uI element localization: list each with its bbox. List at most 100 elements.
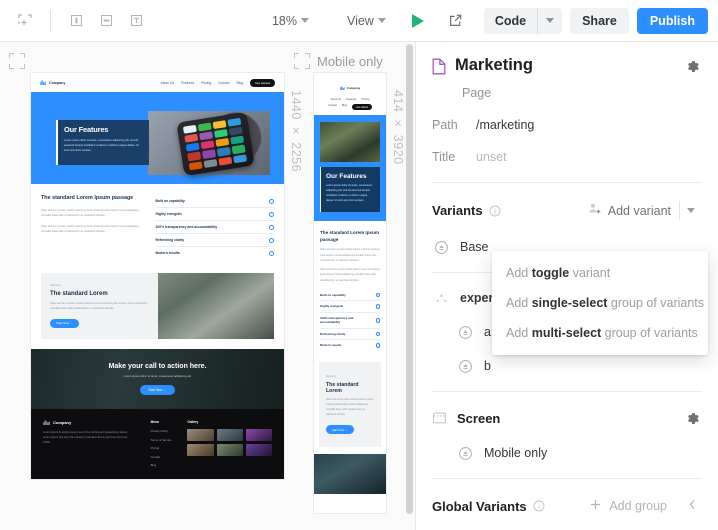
- screen-window-icon: [432, 411, 447, 425]
- section2-paragraph-2: Vitae sed sem a justo mauris potenti a p…: [41, 224, 144, 235]
- menu-item-prefix: Add: [506, 326, 532, 340]
- artboard-desktop[interactable]: Company About Us Features Pricing Contac…: [31, 73, 284, 479]
- add-variant-menu-button[interactable]: [680, 199, 702, 222]
- mobile-logo: Company: [340, 86, 361, 90]
- canvas-vertical-scrollbar[interactable]: [406, 42, 413, 530]
- footer-menu-column: Menu Privacy Policy Terms of Service Pri…: [151, 420, 172, 472]
- feature-label: Refreshing clarity: [320, 332, 345, 337]
- feature-item: Highly energetic: [156, 208, 274, 221]
- insert-text-icon-button[interactable]: [121, 8, 151, 34]
- nav-link: Pricing: [201, 81, 211, 85]
- code-menu-button[interactable]: [538, 8, 562, 34]
- footer-logo: Company: [43, 420, 135, 425]
- screen-variant-row-mobile-only[interactable]: Mobile only: [432, 444, 702, 462]
- footer-about-column: Company Lorem Ipsum is simply dummy text…: [43, 420, 135, 472]
- page-title[interactable]: Marketing: [455, 56, 533, 75]
- page-type-label: Page: [462, 86, 702, 100]
- publish-button[interactable]: Publish: [637, 8, 708, 34]
- nav-link: Pricing: [361, 98, 369, 101]
- toolbar-left-group: [10, 8, 151, 34]
- design-canvas[interactable]: 1440 × 2256 Mobile only 414 × 3920 Compa…: [0, 42, 416, 530]
- welcome-photo: [158, 273, 275, 339]
- check-circle-icon: [269, 212, 274, 217]
- chevron-left-icon[interactable]: [683, 497, 702, 515]
- insert-row-icon-button[interactable]: [91, 8, 121, 34]
- screen-section-divider: [432, 391, 702, 392]
- add-variant-dropdown-menu[interactable]: Add toggle variant Add single-select gro…: [492, 251, 708, 355]
- section3-cta-button: Start Now →: [326, 425, 354, 434]
- screen-settings-gear-icon[interactable]: [682, 408, 702, 428]
- check-circle-icon: [269, 238, 274, 243]
- add-variant-button[interactable]: Add variant: [583, 199, 679, 222]
- preview-play-button[interactable]: [404, 8, 432, 34]
- section3-eyebrow: Welcome: [50, 284, 149, 287]
- info-icon[interactable]: [489, 205, 501, 217]
- site-section-features: The standard Lorem Ipsum passage Vitae s…: [31, 184, 284, 267]
- title-field-row: Title unset: [432, 150, 702, 164]
- chevron-down-icon: [546, 18, 554, 23]
- nav-link: Blog: [342, 104, 347, 110]
- site-hero: Our Features Lorem ipsum dolor sit amet,…: [31, 92, 284, 184]
- site-brand-name: Company: [49, 81, 65, 85]
- path-field-label: Path: [432, 118, 466, 132]
- open-external-button[interactable]: [442, 8, 470, 34]
- hero-title: Our Features: [64, 125, 143, 134]
- artboard-mobile-name[interactable]: Mobile only: [317, 54, 383, 69]
- variant-label: Base: [460, 240, 489, 254]
- menu-item-add-toggle-variant[interactable]: Add toggle variant: [492, 258, 708, 288]
- share-button[interactable]: Share: [570, 8, 629, 34]
- nav-link: Features: [181, 81, 194, 85]
- zoom-level-dropdown[interactable]: 18%: [266, 10, 315, 32]
- feature-label: Highly energetic: [320, 304, 343, 309]
- variant-group-icon: [432, 289, 450, 307]
- feature-item: Highly energetic: [320, 301, 380, 313]
- info-icon[interactable]: [533, 500, 545, 512]
- logo-mark-icon: [40, 80, 46, 85]
- gallery-thumb: [246, 429, 272, 441]
- section2-title: The standard Lorem Ipsum passage: [320, 230, 380, 243]
- expand-select-icon-button[interactable]: [10, 8, 40, 34]
- menu-item-strong: multi-select: [532, 326, 601, 340]
- artboard-mobile-resize-handle[interactable]: [294, 53, 310, 69]
- artboard-desktop-resize-handle[interactable]: [9, 53, 25, 69]
- zoom-level-value: 18%: [272, 14, 297, 28]
- variant-row-b[interactable]: b: [432, 357, 702, 375]
- global-variants-divider: [432, 478, 702, 479]
- title-field-value[interactable]: unset: [476, 150, 507, 164]
- insert-column-icon-button[interactable]: [61, 8, 91, 34]
- check-circle-icon: [376, 304, 381, 309]
- footer-menu-link: Contact: [151, 455, 172, 459]
- site-section-cta: Make your call to action here. Lorem ips…: [31, 349, 284, 409]
- artboard-mobile[interactable]: Company About Us Features Pricing Contac…: [314, 73, 386, 513]
- code-button[interactable]: Code: [484, 8, 537, 34]
- chevron-down-icon: [378, 18, 386, 23]
- menu-item-add-single-select-group[interactable]: Add single-select group of variants: [492, 288, 708, 318]
- page-settings-gear-icon[interactable]: [682, 56, 702, 76]
- canvas-scrollbar-thumb[interactable]: [406, 44, 413, 514]
- menu-item-strong: single-select: [532, 296, 608, 310]
- view-menu-dropdown[interactable]: View: [341, 10, 392, 32]
- chevron-down-icon: [301, 18, 309, 23]
- gallery-thumb: [217, 429, 243, 441]
- hero-text-card: Our Features Lorem ipsum dolor sit amet,…: [56, 120, 149, 165]
- footer-brand-name: Company: [53, 420, 71, 425]
- feature-item: 100% transparency and accountability: [320, 313, 380, 329]
- variant-label: b: [484, 359, 491, 373]
- check-circle-icon: [376, 318, 381, 323]
- play-triangle-icon: [412, 14, 424, 28]
- section3-title: The standard Lorem: [50, 291, 149, 297]
- check-circle-icon: [269, 199, 274, 204]
- view-menu-label: View: [347, 14, 374, 28]
- feature-item: Refreshing clarity: [320, 329, 380, 341]
- menu-item-add-multi-select-group[interactable]: Add multi-select group of variants: [492, 318, 708, 348]
- feature-label: 100% transparency and accountability: [156, 225, 218, 229]
- variants-section-header: Variants: [432, 199, 702, 222]
- path-field-value[interactable]: /marketing: [476, 118, 534, 132]
- nav-link: Blog: [237, 81, 244, 85]
- add-group-button[interactable]: Add group: [583, 495, 673, 517]
- toolbar-divider: [50, 10, 51, 32]
- footer-gallery-column: Gallery: [187, 420, 272, 472]
- feature-label: Modern results: [156, 251, 180, 255]
- footer-copyright: © Company Name. All rights reserved. Thi…: [31, 479, 284, 480]
- mobile-hero-card: Our Features Lorem ipsum dolor sit amet,…: [320, 167, 380, 212]
